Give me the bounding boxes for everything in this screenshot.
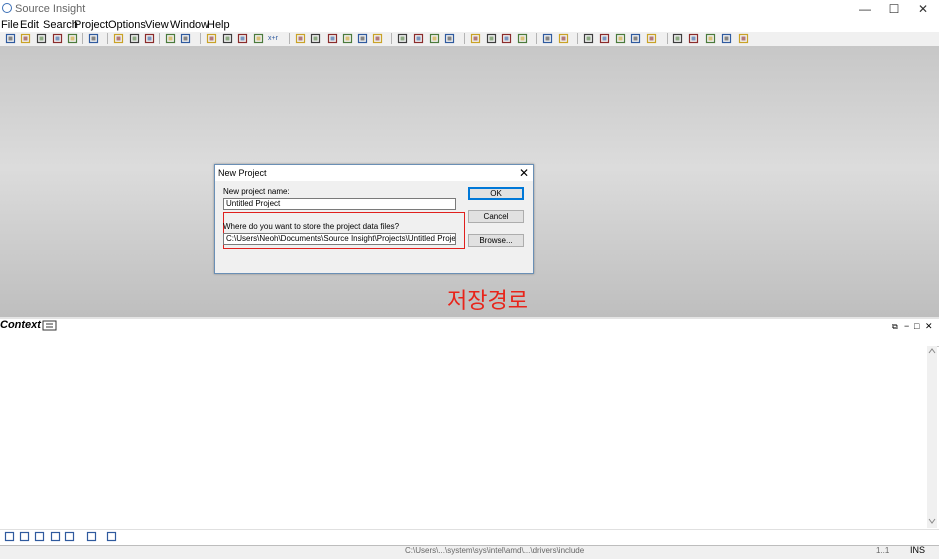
toolbar-separator	[464, 33, 465, 44]
undo-icon[interactable]	[165, 33, 176, 44]
panel-minimize-button[interactable]: −	[904, 321, 909, 331]
vertical-scrollbar[interactable]	[927, 346, 937, 528]
symbol-icon[interactable]	[4, 531, 15, 542]
globe-add-icon[interactable]	[738, 33, 749, 44]
window-icon[interactable]	[486, 33, 497, 44]
menu-window[interactable]: Window	[170, 19, 209, 31]
copy-icon[interactable]	[129, 33, 140, 44]
print-icon[interactable]	[106, 531, 117, 542]
xref-icon[interactable]: x+r	[268, 33, 282, 44]
menu-file[interactable]: File	[1, 19, 19, 31]
project-location-input[interactable]: C:\Users\Neoh\Documents\Source Insight\P…	[223, 233, 456, 245]
close-button[interactable]: ✕	[916, 2, 930, 16]
scroll-down-icon[interactable]	[928, 518, 936, 524]
project-name-label: New project name:	[223, 187, 290, 196]
eye-icon[interactable]	[583, 33, 594, 44]
jump-icon[interactable]	[357, 33, 368, 44]
dialog-close-button[interactable]: ✕	[518, 166, 530, 180]
cut-icon[interactable]	[113, 33, 124, 44]
window-title: Source Insight	[15, 3, 86, 15]
cancel-button[interactable]: Cancel	[468, 210, 524, 223]
menu-options[interactable]: Options	[108, 19, 146, 31]
storage-path-annotation: 저장경로	[447, 288, 528, 313]
browse-icon[interactable]	[413, 33, 424, 44]
new-file-icon[interactable]	[5, 33, 16, 44]
minimize-button[interactable]: —	[858, 2, 872, 16]
context-panel-body	[0, 346, 927, 528]
context-window-icon[interactable]	[599, 33, 610, 44]
relation-icon[interactable]	[444, 33, 455, 44]
save-as-icon[interactable]	[52, 33, 63, 44]
status-insert-mode: INS	[910, 545, 926, 555]
project-name-input[interactable]: Untitled Project	[223, 198, 456, 210]
search-replace-icon[interactable]	[253, 33, 264, 44]
menu-help[interactable]: Help	[207, 19, 230, 31]
maximize-button[interactable]: ☐	[887, 2, 901, 16]
context-panel-toolbar	[0, 529, 939, 546]
save-all-icon[interactable]	[67, 33, 78, 44]
ok-button[interactable]: OK	[468, 187, 524, 200]
open-folder-icon[interactable]	[20, 33, 31, 44]
redo-icon[interactable]	[180, 33, 191, 44]
print-icon[interactable]	[88, 33, 99, 44]
clip-icon[interactable]	[646, 33, 657, 44]
bookmark-icon[interactable]	[295, 33, 306, 44]
toolbar-separator	[159, 33, 160, 44]
lock-icon[interactable]	[86, 531, 97, 542]
browse-button[interactable]: Browse...	[468, 234, 524, 247]
panel-float-button[interactable]: ⧉	[892, 322, 898, 332]
status-path: C:\Users\...\system\sys\intel\amd\...\dr…	[405, 546, 585, 555]
scroll-up-icon[interactable]	[928, 348, 936, 354]
context-panel-title: Context	[0, 319, 41, 331]
app-logo-icon	[2, 3, 12, 13]
menu-edit[interactable]: Edit	[20, 19, 39, 31]
toolbar-separator	[391, 33, 392, 44]
globe-delete-icon[interactable]	[705, 33, 716, 44]
cascade-icon[interactable]	[517, 33, 528, 44]
globe-search-icon[interactable]	[672, 33, 683, 44]
new-project-dialog: New Project ✕ New project name: Untitled…	[214, 164, 534, 274]
split-icon[interactable]	[501, 33, 512, 44]
globe-list-icon[interactable]	[721, 33, 732, 44]
context-layout-icon[interactable]	[42, 320, 58, 331]
paste-icon[interactable]	[144, 33, 155, 44]
toolbar-separator	[577, 33, 578, 44]
globe-icon[interactable]	[688, 33, 699, 44]
menu-search[interactable]: Search	[43, 19, 78, 31]
panel-maximize-button[interactable]: □	[914, 321, 919, 331]
toolbar-separator	[107, 33, 108, 44]
cursor-help-icon[interactable]	[558, 33, 569, 44]
jump-list-icon[interactable]	[372, 33, 383, 44]
jump-icon[interactable]	[19, 531, 30, 542]
save-icon[interactable]	[36, 33, 47, 44]
graph-icon[interactable]	[630, 33, 641, 44]
forward-icon[interactable]	[342, 33, 353, 44]
back-icon[interactable]	[327, 33, 338, 44]
relation-icon[interactable]	[50, 531, 61, 542]
status-position: 1..1	[876, 546, 890, 555]
layout-icon[interactable]	[470, 33, 481, 44]
bookmark-list-icon[interactable]	[310, 33, 321, 44]
book-icon[interactable]	[429, 33, 440, 44]
toolbar-separator	[667, 33, 668, 44]
toolbar-separator	[82, 33, 83, 44]
toolbar-separator	[200, 33, 201, 44]
panel-close-button[interactable]: ✕	[925, 321, 933, 332]
project-location-label: Where do you want to store the project d…	[223, 222, 400, 231]
book-icon[interactable]	[34, 531, 45, 542]
search-project-icon[interactable]	[237, 33, 248, 44]
search-icon[interactable]	[206, 33, 217, 44]
abc-icon[interactable]	[64, 531, 75, 542]
symbol-window-icon[interactable]	[397, 33, 408, 44]
menu-view[interactable]: View	[145, 19, 169, 31]
title-bar	[0, 0, 939, 18]
dialog-title: New Project	[218, 168, 267, 178]
menu-project[interactable]: Project	[74, 19, 108, 31]
outline-icon[interactable]	[615, 33, 626, 44]
toolbar-separator	[536, 33, 537, 44]
context-panel-header	[0, 319, 939, 347]
toolbar-separator	[289, 33, 290, 44]
search-files-icon[interactable]	[222, 33, 233, 44]
type-info-icon[interactable]	[542, 33, 553, 44]
